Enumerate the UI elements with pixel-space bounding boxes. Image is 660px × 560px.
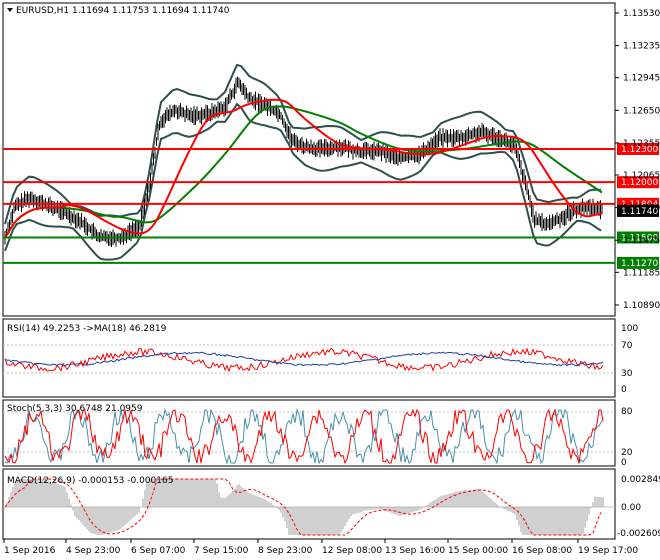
symbol-header: EURUSD,H1 1.11694 1.11753 1.11694 1.1174…	[16, 6, 230, 16]
price-tick-label: 1.12065	[623, 171, 660, 181]
time-tick-label: 7 Sep 15:00	[194, 546, 249, 556]
time-tick-label: 16 Sep 08:00	[512, 546, 572, 556]
time-axis: 1 Sep 2016 4 Sep 23:00 6 Sep 07:00 7 Sep 15…	[3, 539, 638, 556]
price-tick-label: 1.13235	[623, 42, 660, 52]
price-tick-label: 1.12945	[623, 74, 660, 84]
rsi-tick-100: 100	[621, 324, 638, 334]
time-tick-label: 6 Sep 07:00	[131, 546, 186, 556]
stoch-label: Stoch(5,3,3) 30.6748 21.0959	[7, 404, 143, 414]
time-tick-label: 15 Sep 00:00	[448, 546, 508, 556]
time-tick-label: 1 Sep 2016	[4, 546, 56, 556]
price-tick-label: 1.11185	[623, 268, 660, 278]
price-tick-label: 1.11770	[623, 204, 660, 214]
price-tick-label: 1.12650	[623, 106, 660, 116]
rsi-label: RSI(14) 49.2253 ->MA(18) 46.2819	[7, 324, 167, 334]
stoch-tick-0: 0	[621, 458, 627, 468]
macd-label: MACD(12,26,9) -0.000153 -0.000165	[7, 476, 173, 486]
rsi-tick-0: 0	[621, 385, 627, 395]
time-tick-label: 12 Sep 08:00	[322, 546, 382, 556]
macd-tick-bottom: -0.002609	[617, 529, 660, 539]
time-tick-label: 13 Sep 16:00	[385, 546, 445, 556]
price-tick-label: 1.10890	[623, 301, 660, 311]
rsi-tick-30: 30	[621, 369, 633, 379]
time-tick-label: 4 Sep 23:00	[66, 546, 121, 556]
price-tick-label: 1.11475	[623, 236, 660, 246]
time-tick-label: 8 Sep 23:00	[258, 546, 313, 556]
stoch-tick-80: 80	[621, 407, 633, 417]
stoch-tick-20: 20	[621, 448, 633, 458]
macd-tick-zero: 0.00	[621, 503, 641, 513]
macd-tick-top: 0.002849	[621, 475, 660, 485]
rsi-tick-70: 70	[621, 341, 633, 351]
price-tick-label: 1.12355	[623, 139, 660, 149]
price-tick-label: 1.13530	[623, 9, 660, 19]
chart-canvas[interactable]: 1.123001.120001.118041.115001.112701.117…	[0, 0, 660, 560]
time-tick-label: 19 Sep 17:00	[578, 546, 638, 556]
